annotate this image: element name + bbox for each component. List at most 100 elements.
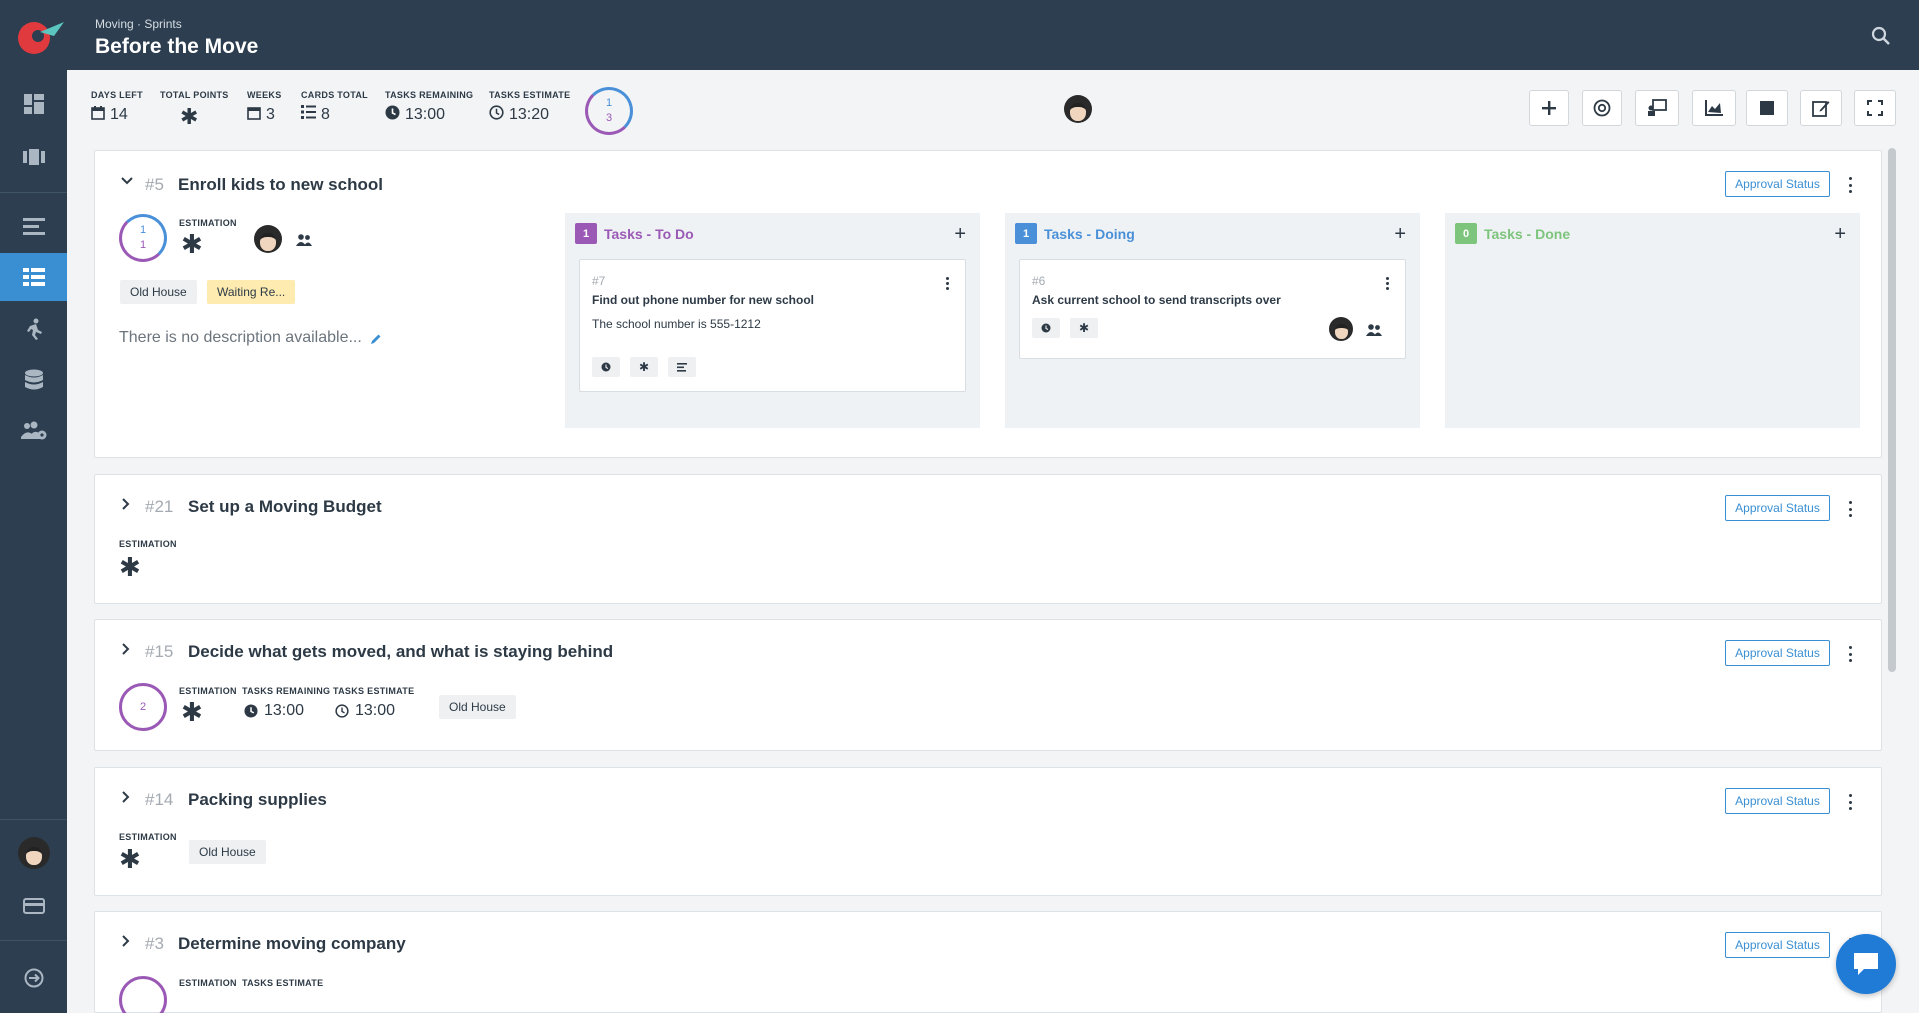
task-count-badge: 1 [1015,223,1037,244]
expand-chevron-icon[interactable] [121,935,131,950]
breadcrumb[interactable]: Moving · Sprints [95,17,182,31]
more-options-icon[interactable] [1847,501,1853,517]
task-options-icon[interactable] [1384,277,1390,290]
estimation-label: ESTIMATION [179,978,237,988]
tasks-estimate-text: 13:00 [355,702,396,719]
scrollbar[interactable] [1888,148,1896,672]
more-options-icon[interactable] [1847,794,1853,810]
story-number: #5 [145,175,164,194]
team-icon[interactable] [0,407,67,455]
story-title[interactable]: Enroll kids to new school [178,175,383,195]
more-options-icon[interactable] [1847,177,1853,193]
approval-status-button[interactable]: Approval Status [1725,640,1830,666]
expand-chevron-icon[interactable] [121,791,131,806]
members-icon[interactable] [1366,323,1382,341]
task-card[interactable]: #6 Ask current school to send transcript… [1019,259,1406,359]
clock-outline-icon [489,105,504,125]
task-title[interactable]: Ask current school to send transcripts o… [1032,293,1281,307]
board-icon[interactable] [0,133,67,181]
tag-waiting[interactable]: Waiting Re... [207,280,296,304]
task-description: The school number is 555-1212 [592,317,761,331]
add-task-button[interactable]: + [954,223,966,246]
chart-icon[interactable] [1692,90,1736,126]
story-title[interactable]: Determine moving company [178,934,406,954]
tag-old-house[interactable]: Old House [189,840,266,864]
top-bar: Moving · Sprints Before the Move [0,0,1919,70]
column-header: 1 Tasks - Doing [1015,223,1135,244]
story-description: There is no description available... [119,329,362,346]
task-title[interactable]: Find out phone number for new school [592,293,814,307]
approval-status-button[interactable]: Approval Status [1725,171,1830,197]
tag-old-house[interactable]: Old House [439,695,516,719]
target-icon[interactable] [1582,90,1622,126]
tasks-estimate-label: TASKS ESTIMATE [242,978,324,988]
add-task-button[interactable]: + [1834,223,1846,246]
tag-old-house[interactable]: Old House [120,280,197,304]
description-chip-icon[interactable] [668,357,696,377]
tasks-estimate-value: 13:00 [335,702,395,720]
calendar-icon [91,105,105,125]
edit-icon[interactable] [1800,90,1842,126]
column-title: Tasks - Done [1484,225,1571,242]
story-progress-ring: 2 [119,683,167,731]
story-title[interactable]: Set up a Moving Budget [188,497,382,517]
time-chip-icon[interactable] [1032,318,1060,338]
stat-value: 13:00 [405,106,446,123]
approval-status-button[interactable]: Approval Status [1725,495,1830,521]
chat-bubble-icon [1854,953,1878,975]
story-card[interactable]: #21 Set up a Moving Budget Approval Stat… [94,474,1882,604]
sidebar [0,70,67,1013]
expand-chevron-icon[interactable] [121,643,131,658]
task-options-icon[interactable] [944,277,950,290]
fullscreen-icon[interactable] [1854,90,1896,126]
tasks-done-column: 0 Tasks - Done + [1445,213,1860,428]
story-title[interactable]: Packing supplies [188,790,327,810]
database-icon[interactable] [0,356,67,404]
logout-icon[interactable] [0,954,67,1002]
members-icon[interactable] [296,233,312,251]
story-card[interactable]: #3 Determine moving company Approval Sta… [94,911,1882,1013]
collapse-chevron-icon[interactable] [121,174,133,189]
story-title[interactable]: Decide what gets moved, and what is stay… [188,642,613,662]
estimate-chip-icon[interactable]: ✱ [630,357,658,377]
activity-icon[interactable] [0,305,67,353]
chat-button[interactable] [1836,934,1896,994]
presentation-icon[interactable] [1635,90,1679,126]
assignee-avatar[interactable] [1329,317,1353,341]
approval-status-button[interactable]: Approval Status [1725,788,1830,814]
stop-icon[interactable] [1746,90,1788,126]
tasks-remaining-value: 13:00 [244,702,304,720]
story-progress-ring: 1 1 [119,214,167,262]
assignee-avatar[interactable] [254,225,282,253]
approval-status-button[interactable]: Approval Status [1725,932,1830,958]
backlog-icon[interactable] [0,203,67,251]
story-card[interactable]: #5 Enroll kids to new school Approval St… [94,150,1882,458]
estimation-asterisk-icon[interactable]: ✱ [181,232,203,258]
page-title: Before the Move [95,35,259,58]
estimation-asterisk-icon[interactable]: ✱ [119,555,141,581]
estimate-chip-icon[interactable]: ✱ [1070,318,1098,338]
estimation-asterisk-icon[interactable]: ✱ [181,700,203,726]
user-avatar[interactable] [18,837,50,869]
search-icon[interactable] [1871,26,1891,46]
stat-weeks: WEEKS 3 [247,90,282,125]
add-button[interactable] [1529,90,1569,126]
more-options-icon[interactable] [1847,646,1853,662]
edit-description-icon[interactable] [370,332,382,350]
sidebar-divider [0,940,67,941]
stat-label: DAYS LEFT [91,90,143,100]
app-logo[interactable] [14,14,66,56]
expand-chevron-icon[interactable] [121,498,131,513]
column-title: Tasks - To Do [604,225,694,242]
task-card[interactable]: #7 Find out phone number for new school … [579,259,966,392]
dashboard-icon[interactable] [0,80,67,128]
estimation-label: ESTIMATION [119,539,177,549]
billing-icon[interactable] [0,882,67,930]
story-card[interactable]: #14 Packing supplies Approval Status EST… [94,767,1882,896]
estimation-asterisk-icon[interactable]: ✱ [119,847,141,873]
sprints-icon[interactable] [0,253,67,301]
member-avatar[interactable] [1064,95,1092,123]
add-task-button[interactable]: + [1394,223,1406,246]
time-chip-icon[interactable] [592,357,620,377]
story-card[interactable]: #15 Decide what gets moved, and what is … [94,619,1882,751]
